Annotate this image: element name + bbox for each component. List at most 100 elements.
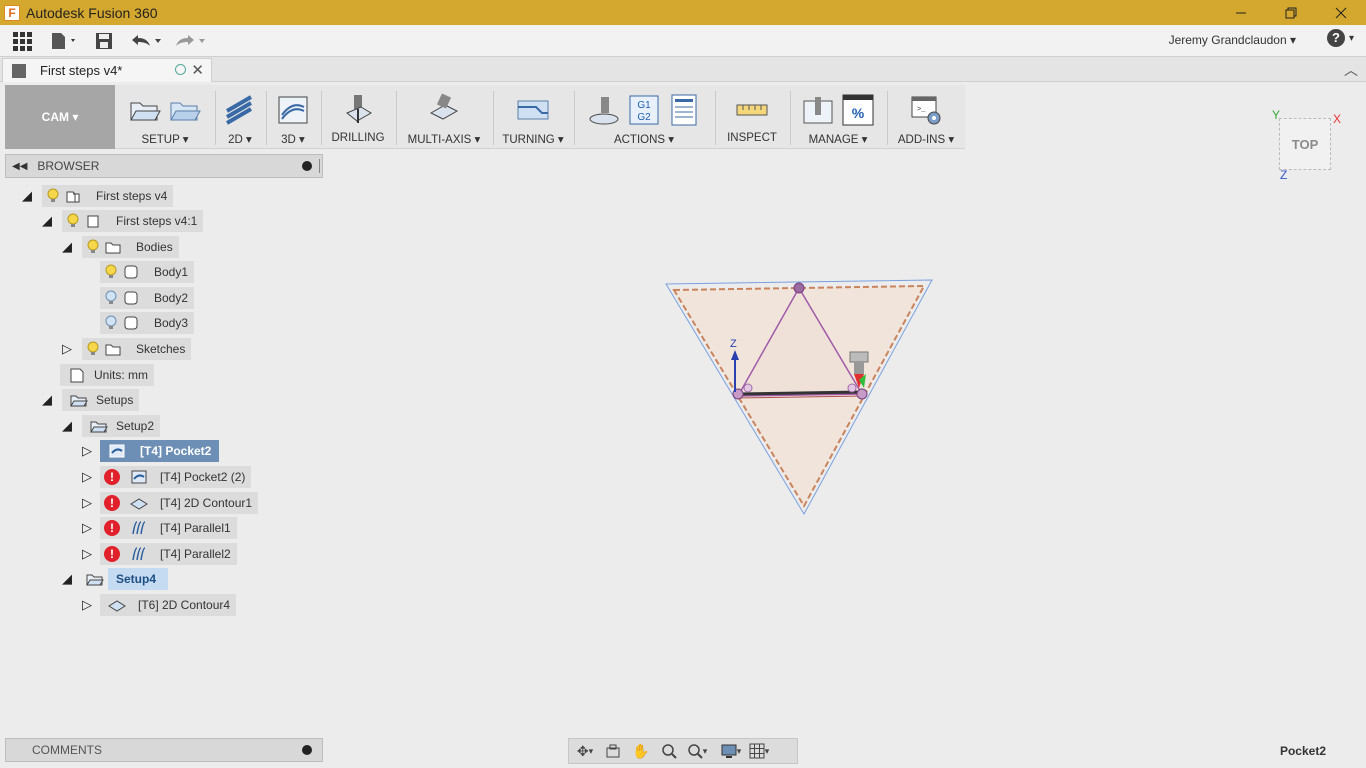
visibility-bulb-icon[interactable] (66, 213, 80, 229)
2d-pocket-icon (225, 95, 253, 125)
collapse-triangle-icon[interactable]: ◢ (60, 419, 74, 433)
visibility-bulb-icon[interactable] (46, 188, 60, 204)
help-icon: ? (1326, 29, 1345, 47)
component-icon (66, 191, 80, 203)
file-icon (52, 32, 75, 49)
collapse-triangle-icon[interactable]: ◢ (60, 572, 74, 586)
restore-button[interactable] (1266, 0, 1316, 25)
multi-axis-group[interactable]: MULTI-AXIS ▾ (398, 85, 490, 149)
tree-row-units[interactable]: Units: mm (60, 364, 154, 386)
collapse-browser-icon[interactable]: ◀◀ (12, 161, 27, 172)
expand-triangle-icon[interactable]: ▷ (60, 342, 74, 356)
viewcube-top-face[interactable]: TOP (1279, 118, 1331, 170)
fusion-app-icon: F (4, 4, 20, 21)
tree-row-operation[interactable]: ▷ ! [T4] Parallel2 (80, 543, 237, 565)
viewcube[interactable]: Y X TOP Z (1270, 108, 1345, 182)
file-menu-button[interactable] (44, 27, 84, 55)
tree-row-bodies[interactable]: ◢ Bodies (60, 236, 179, 258)
collapse-triangle-icon[interactable]: ◢ (60, 240, 74, 254)
parallel-operation-icon (132, 521, 146, 535)
tree-row-operation[interactable]: ▷ [T4] Pocket2 (80, 440, 220, 462)
tree-row-document[interactable]: ◢ First steps v4 (20, 185, 174, 207)
multi-axis-icon (429, 93, 459, 120)
tree-row-body[interactable]: Body3 (100, 312, 195, 334)
add-comment-icon[interactable] (302, 745, 312, 755)
minimize-browser-icon[interactable] (302, 161, 312, 171)
collapse-triangle-icon[interactable]: ◢ (40, 393, 54, 407)
3d-group[interactable]: 3D ▾ (268, 85, 318, 149)
look-at-button[interactable] (601, 741, 625, 761)
user-account-menu[interactable]: Jeremy Grandclaudon ▾ (1169, 33, 1296, 47)
grid-icon (13, 31, 32, 51)
tree-label: Sketches (136, 342, 186, 356)
tree-row-body[interactable]: Body1 (100, 261, 195, 283)
orbit-button[interactable]: ✥ ▾ (573, 741, 597, 761)
viewport-model[interactable]: Z (640, 260, 960, 540)
visibility-bulb-icon[interactable] (86, 239, 100, 255)
close-tab-icon[interactable]: ✕ (191, 61, 204, 79)
minimize-button[interactable] (1216, 0, 1266, 25)
post-process-icon: G1G2 (629, 95, 659, 125)
document-cube-icon (12, 63, 26, 78)
visibility-bulb-icon[interactable] (104, 264, 118, 280)
zoom-button[interactable] (657, 741, 681, 761)
expand-triangle-icon[interactable]: ▷ (80, 547, 94, 561)
tree-row-operation[interactable]: ▷ ! [T4] Pocket2 (2) (80, 466, 252, 488)
add-ins-group[interactable]: >_ ADD-INS ▾ (889, 85, 963, 149)
save-button[interactable] (84, 27, 124, 55)
help-menu-button[interactable]: ? ▾ (1326, 29, 1354, 47)
body-icon (124, 291, 138, 305)
tree-row-body[interactable]: Body2 (100, 287, 195, 309)
browser-panel-header: ◀◀ BROWSER (5, 154, 323, 178)
document-tab[interactable]: First steps v4* ✕ (2, 58, 212, 82)
restore-icon (1285, 7, 1297, 18)
tree-row-setups[interactable]: ◢ Setups (40, 389, 140, 411)
tree-row-sketches[interactable]: ▷ Sketches (60, 338, 192, 360)
undo-button[interactable] (124, 27, 168, 55)
tree-row-operation[interactable]: ▷ ! [T4] 2D Contour1 (80, 492, 259, 514)
visibility-bulb-icon[interactable] (86, 341, 100, 357)
drilling-group[interactable]: DRILLING (323, 85, 393, 149)
actions-group[interactable]: G1 G2 ACTIONS ▾ (576, 85, 712, 149)
close-window-button[interactable] (1316, 0, 1366, 25)
visibility-bulb-off-icon[interactable] (104, 290, 118, 306)
collapse-toolbar-icon[interactable]: ︿ (1344, 60, 1358, 80)
expand-triangle-icon[interactable]: ▷ (80, 470, 94, 484)
visibility-bulb-off-icon[interactable] (104, 315, 118, 331)
drilling-label: DRILLING (331, 132, 385, 144)
turning-group[interactable]: TURNING ▾ (495, 85, 571, 149)
body-icon (124, 265, 138, 279)
tree-row-operation[interactable]: ▷ [T6] 2D Contour4 (80, 594, 237, 616)
collapse-triangle-icon[interactable]: ◢ (40, 214, 54, 228)
tree-row-setup-active[interactable]: ◢ Setup4 (60, 568, 169, 590)
display-settings-button[interactable]: ▾ (719, 741, 743, 761)
document-tab-name: First steps v4* (40, 63, 123, 78)
workspace-switcher[interactable]: CAM ▾ (5, 85, 115, 149)
manage-group[interactable]: % MANAGE ▾ (792, 85, 884, 149)
tree-row-setup[interactable]: ◢ Setup2 (60, 415, 161, 437)
redo-button[interactable] (168, 27, 212, 55)
comments-panel-header: COMMENTS (5, 738, 323, 762)
browser-resize-handle[interactable] (319, 159, 321, 173)
collapse-triangle-icon[interactable]: ◢ (20, 189, 34, 203)
zoom-icon (662, 744, 677, 759)
expand-triangle-icon[interactable]: ▷ (80, 496, 94, 510)
expand-triangle-icon[interactable]: ▷ (80, 598, 94, 612)
grid-settings-button[interactable]: ▾ (747, 741, 771, 761)
setup-group[interactable]: SETUP ▾ (117, 85, 213, 149)
add-ins-label: ADD-INS (897, 134, 946, 146)
fit-button[interactable]: ▾ (685, 741, 709, 761)
expand-triangle-icon[interactable]: ▷ (80, 444, 94, 458)
pan-button[interactable]: ✋ (629, 741, 653, 761)
inspect-label: INSPECT (727, 132, 777, 144)
tree-row-component[interactable]: ◢ First steps v4:1 (40, 210, 204, 232)
tree-label: Body3 (154, 316, 189, 330)
look-at-icon (606, 744, 620, 758)
2d-group[interactable]: 2D ▾ (217, 85, 263, 149)
expand-triangle-icon[interactable]: ▷ (80, 521, 94, 535)
data-panel-button[interactable] (0, 27, 44, 55)
3d-adaptive-icon (278, 96, 308, 124)
tree-label: [T4] Pocket2 (140, 444, 212, 458)
inspect-group[interactable]: INSPECT (717, 85, 787, 149)
tree-row-operation[interactable]: ▷ ! [T4] Parallel1 (80, 517, 237, 539)
